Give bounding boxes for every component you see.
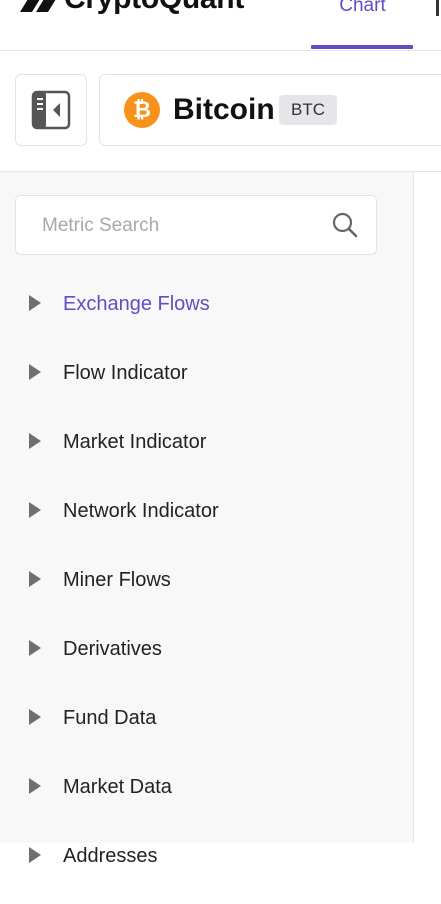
menu-item-miner-flows[interactable]: Miner Flows [0, 559, 413, 628]
cryptoquant-logo-icon [20, 0, 56, 12]
search-icon[interactable] [332, 212, 358, 238]
expand-arrow-icon [29, 364, 41, 380]
asset-toolbar: ₿ Bitcoin BTC [0, 51, 441, 172]
brand-logo[interactable]: CryptoQuant [18, 0, 244, 14]
brand-name: CryptoQuant [64, 0, 244, 14]
tab-chart-label: Chart [339, 0, 386, 16]
expand-arrow-icon [29, 433, 41, 449]
tab-chart[interactable]: Chart [312, 0, 413, 48]
menu-item-label: Exchange Flows [63, 293, 210, 315]
menu-item-label: Derivatives [63, 638, 162, 660]
bitcoin-icon: ₿ [124, 92, 160, 128]
menu-item-label: Market Indicator [63, 431, 207, 453]
asset-selector[interactable]: ₿ Bitcoin BTC [99, 74, 441, 146]
active-tab-indicator [311, 45, 413, 49]
menu-item-network-indicator[interactable]: Network Indicator [0, 490, 413, 559]
asset-name: Bitcoin [173, 93, 275, 126]
menu-item-market-data[interactable]: Market Data [0, 766, 413, 835]
expand-arrow-icon [29, 709, 41, 725]
metric-search-box [15, 195, 377, 255]
asset-ticker-badge: BTC [279, 95, 337, 125]
metric-search-input[interactable] [40, 210, 324, 242]
next-tab-fragment[interactable] [436, 0, 439, 16]
menu-item-label: Miner Flows [63, 569, 171, 591]
menu-item-label: Flow Indicator [63, 362, 188, 384]
expand-arrow-icon [29, 502, 41, 518]
sidebar-toggle-button[interactable] [15, 74, 87, 146]
menu-item-derivatives[interactable]: Derivatives [0, 628, 413, 697]
menu-item-label: Network Indicator [63, 500, 219, 522]
collapse-sidebar-icon [31, 90, 71, 130]
expand-arrow-icon [29, 778, 41, 794]
metric-sidebar: Exchange Flows Flow Indicator Market Ind… [0, 172, 414, 867]
chart-content-area [414, 172, 441, 843]
menu-item-fund-data[interactable]: Fund Data [0, 697, 413, 766]
menu-item-flow-indicator[interactable]: Flow Indicator [0, 352, 413, 421]
menu-item-label: Fund Data [63, 707, 157, 729]
menu-item-market-indicator[interactable]: Market Indicator [0, 421, 413, 490]
top-navbar: CryptoQuant Chart [0, 0, 441, 51]
expand-arrow-icon [29, 847, 41, 863]
menu-item-label: Market Data [63, 776, 172, 798]
menu-item-label: Addresses [63, 845, 158, 867]
menu-item-exchange-flows[interactable]: Exchange Flows [0, 283, 413, 352]
expand-arrow-icon [29, 640, 41, 656]
expand-arrow-icon [29, 571, 41, 587]
expand-arrow-icon [29, 295, 41, 311]
menu-item-addresses[interactable]: Addresses [0, 835, 413, 904]
